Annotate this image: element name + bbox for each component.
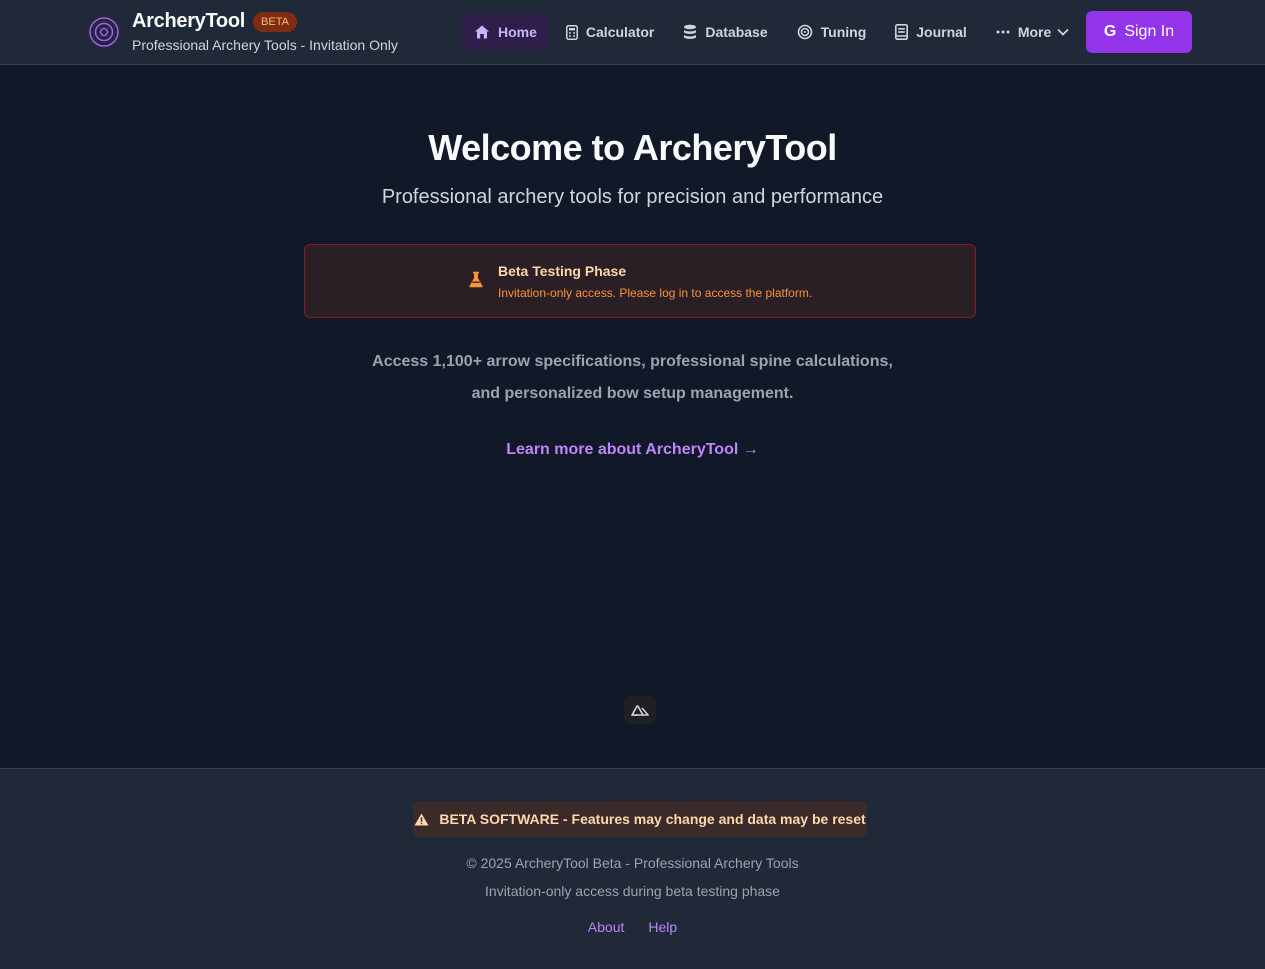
home-icon (475, 25, 489, 39)
nav-home-label: Home (498, 24, 537, 40)
sign-in-button[interactable]: G Sign In (1086, 11, 1192, 53)
nav-calculator-label: Calculator (585, 24, 655, 40)
brand[interactable]: ArcheryTool BETA Professional Archery To… (88, 10, 398, 53)
google-icon: G (1103, 23, 1117, 40)
beta-warning-banner: BETA SOFTWARE - Features may change and … (413, 801, 867, 837)
nav-database-label: Database (705, 24, 768, 40)
nav-calculator[interactable]: Calculator (554, 14, 666, 50)
beta-notice-description: Invitation-only access. Please log in to… (498, 286, 813, 300)
access-line-1: Access 1,100+ arrow specifications, prof… (372, 353, 893, 370)
beta-warning-text: BETA SOFTWARE - Features may change and … (439, 811, 866, 827)
footer-about-link[interactable]: About (588, 919, 625, 935)
main-nav: Home Calculator Database Tuning Journal … (462, 14, 1086, 50)
nav-more-label: More (1017, 24, 1052, 40)
beta-notice-title: Beta Testing Phase (498, 263, 627, 279)
top-header: ArcheryTool BETA Professional Archery To… (0, 0, 1265, 65)
footer-links: About Help (0, 919, 1265, 935)
nuxt-icon (631, 705, 649, 716)
flask-icon (469, 271, 483, 288)
chevron-down-icon (1057, 28, 1069, 36)
nav-tuning-label: Tuning (820, 24, 867, 40)
nav-database[interactable]: Database (671, 14, 779, 50)
database-icon (684, 24, 697, 39)
page-title: Welcome to ArcheryTool (428, 127, 837, 168)
brand-name: ArcheryTool (132, 10, 246, 32)
nav-home[interactable]: Home (462, 14, 549, 50)
target-logo-icon (89, 17, 119, 47)
main-content: Welcome to ArcheryTool Professional arch… (0, 65, 1265, 768)
tagline: Professional archery tools for precision… (381, 186, 884, 208)
invite-note: Invitation-only access during beta testi… (485, 883, 780, 899)
nav-journal-label: Journal (916, 24, 967, 40)
ellipsis-icon (996, 30, 1010, 34)
copyright: © 2025 ArcheryTool Beta - Professional A… (466, 855, 799, 871)
access-description: Access 1,100+ arrow specifications, prof… (0, 346, 1265, 410)
access-line-2: and personalized bow setup management. (471, 385, 794, 402)
nav-journal[interactable]: Journal (883, 14, 979, 50)
book-icon (895, 24, 909, 40)
nav-more-dropdown[interactable]: More (984, 14, 1081, 50)
footer-help-link[interactable]: Help (648, 919, 677, 935)
nuxt-devtools-button[interactable] (624, 696, 656, 724)
nav-tuning[interactable]: Tuning (785, 14, 879, 50)
calculator-icon (565, 24, 578, 40)
learn-more-link[interactable]: Learn more about ArcheryTool → (0, 441, 1265, 459)
beta-notice: Beta Testing Phase Invitation-only acces… (304, 244, 976, 318)
target-icon (797, 24, 812, 40)
sign-in-label: Sign In (1124, 23, 1175, 40)
footer: BETA SOFTWARE - Features may change and … (0, 768, 1265, 969)
warning-icon (414, 813, 429, 825)
brand-subtitle: Professional Archery Tools - Invitation … (132, 37, 398, 53)
beta-badge: BETA (253, 11, 297, 32)
